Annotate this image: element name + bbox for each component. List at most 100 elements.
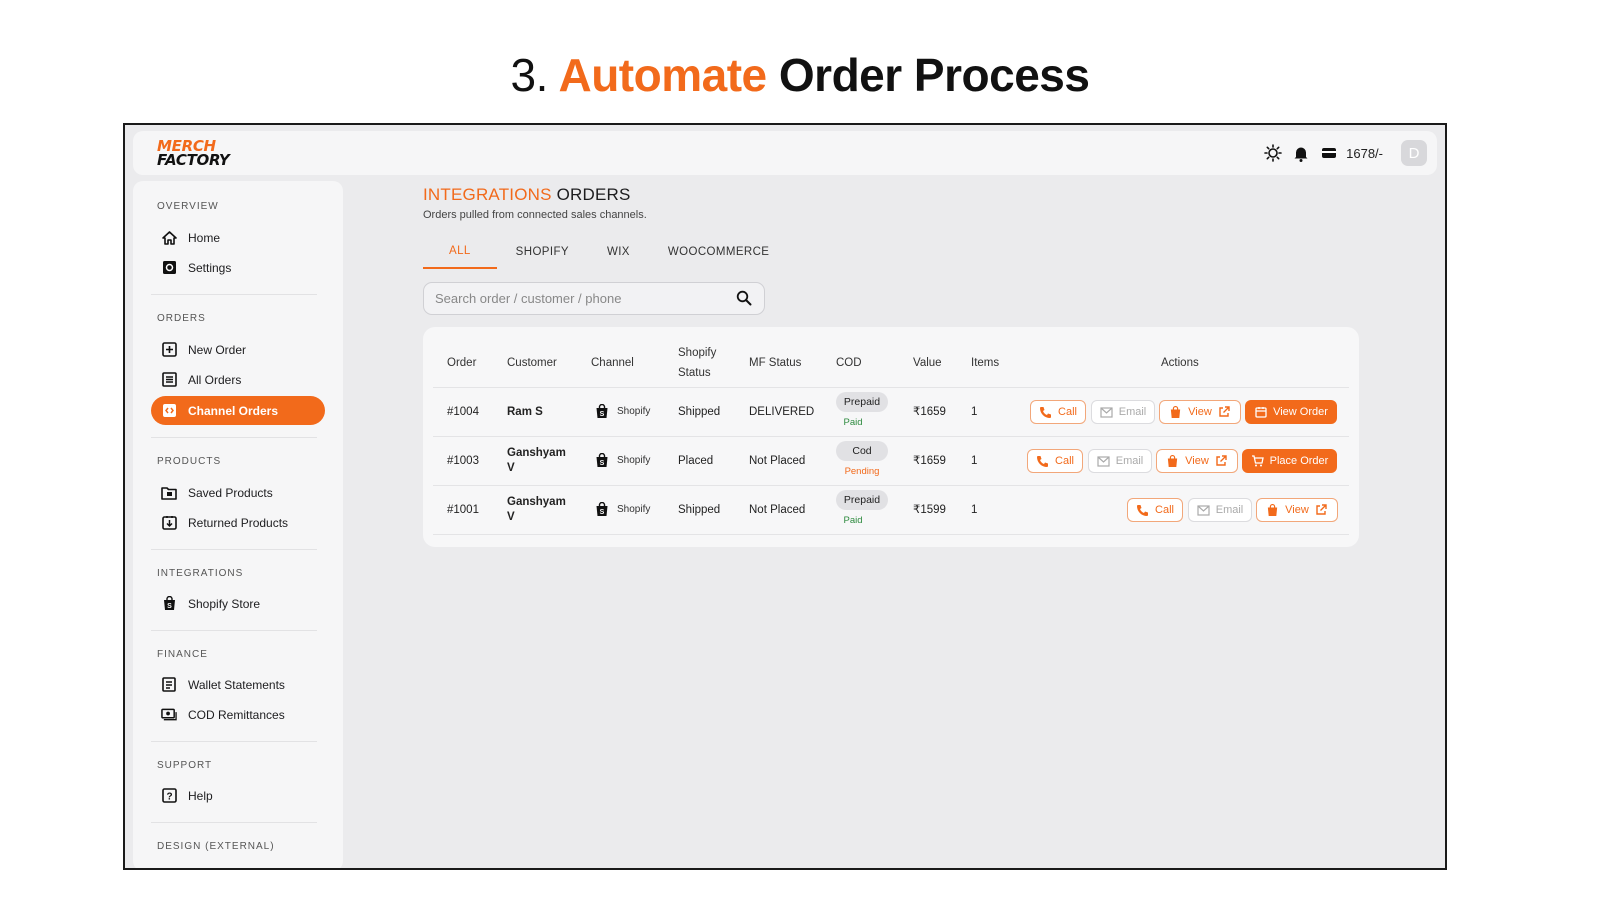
wallet-icon[interactable] (1320, 144, 1338, 162)
cell-shopify-status: Shipped (678, 504, 721, 516)
view-on-shopify-button[interactable]: View (1159, 400, 1241, 424)
email-button[interactable]: Email (1091, 400, 1155, 424)
sidebar-item-wallet-statements[interactable]: Wallet Statements (151, 670, 325, 699)
cell-order: #1004 (447, 406, 479, 418)
cell-items: 1 (971, 455, 978, 467)
tab-shopify[interactable]: SHOPIFY (497, 235, 588, 269)
page-title: INTEGRATIONS ORDERS (423, 185, 631, 205)
sidebar-section-support: SUPPORT (157, 760, 213, 771)
sidebar-section-integrations: INTEGRATIONS (157, 568, 244, 579)
external-link-icon (1218, 406, 1231, 419)
customer-line-2: V (507, 511, 515, 523)
view-label: View (1188, 406, 1212, 418)
cell-order: #1003 (447, 455, 479, 467)
tab-all[interactable]: ALL (423, 235, 497, 269)
tab-wix[interactable]: WIX (588, 235, 649, 269)
call-button[interactable]: Call (1030, 400, 1086, 424)
search-icon[interactable] (736, 290, 752, 306)
tab-woocommerce[interactable]: WOOCOMMERCE (649, 235, 789, 269)
cell-value: ₹1659 (913, 455, 946, 467)
sidebar-item-home[interactable]: Home (151, 223, 325, 252)
sidebar-item-new-order[interactable]: New Order (151, 335, 325, 364)
notification-bell-icon[interactable] (1292, 144, 1310, 162)
cell-mf-status: Not Placed (749, 455, 806, 467)
cell-value: ₹1599 (913, 504, 946, 516)
call-button[interactable]: Call (1127, 498, 1183, 522)
col-header-items: Items (971, 357, 1000, 369)
sidebar-section-orders: ORDERS (157, 313, 206, 324)
cell-value: ₹1659 (913, 406, 946, 418)
brand-logo[interactable]: MERCH FACTORY (157, 139, 230, 168)
cell-channel: S Shopify (595, 453, 650, 468)
sidebar-item-label: Returned Products (188, 515, 289, 530)
sidebar-item-returned-products[interactable]: Returned Products (151, 508, 325, 537)
primary-action-label: Place Order (1269, 455, 1329, 467)
place-order-button[interactable]: Place Order (1242, 449, 1337, 473)
sidebar-item-settings[interactable]: Settings (151, 253, 325, 282)
col-header-shopify-status: Shopify Status (678, 343, 716, 383)
sidebar-item-shopify-store[interactable]: S Shopify Store (151, 589, 325, 618)
sidebar-item-label: Home (188, 230, 221, 245)
sidebar-item-saved-products[interactable]: Saved Products (151, 478, 325, 507)
headline-accent: Automate (558, 49, 767, 101)
mail-icon (1097, 455, 1110, 468)
sidebar-divider (151, 549, 317, 550)
row-divider (433, 436, 1349, 437)
sidebar-item-cod-remittances[interactable]: COD Remittances (151, 700, 325, 729)
phone-icon (1039, 406, 1052, 419)
sidebar-item-all-orders[interactable]: All Orders (151, 365, 325, 394)
theme-toggle-icon[interactable] (1264, 144, 1282, 162)
user-avatar[interactable]: D (1401, 140, 1427, 166)
sidebar-item-label: COD Remittances (188, 707, 285, 722)
search-box (423, 282, 765, 315)
view-label: View (1285, 504, 1309, 516)
view-on-shopify-button[interactable]: View (1256, 498, 1338, 522)
cod-badge: Prepaid (836, 392, 888, 412)
search-input[interactable] (435, 289, 725, 308)
shopify-bag-icon: S (596, 502, 608, 516)
sidebar-item-channel-orders[interactable]: Channel Orders (151, 396, 325, 425)
headline-rest: Order Process (778, 49, 1090, 101)
cell-shopify-status: Placed (678, 455, 714, 467)
channel-icon (161, 403, 177, 419)
cell-customer: Ram S (507, 406, 543, 418)
sidebar-divider (151, 294, 317, 295)
shopify-bag-icon (1266, 503, 1279, 517)
headline-number: 3. (510, 49, 549, 101)
home-icon (161, 230, 177, 246)
external-link-icon (1315, 504, 1328, 517)
col-header-order: Order (447, 357, 477, 369)
sidebar-section-design-external: DESIGN (EXTERNAL) (157, 841, 275, 852)
call-label: Call (1155, 504, 1174, 516)
folder-icon (161, 485, 177, 501)
col-header-shopify-status-l1: Shopify (678, 347, 717, 359)
channel-label: Shopify (617, 406, 651, 417)
email-button[interactable]: Email (1088, 449, 1152, 473)
sidebar-item-label: New Order (188, 342, 247, 357)
customer-line-1: Ganshyam (507, 496, 566, 508)
orders-table: Order Customer Channel Shopify Status MF… (423, 327, 1359, 547)
col-header-value: Value (913, 357, 942, 369)
svg-text:S: S (167, 603, 172, 610)
channel-tabs: ALL SHOPIFY WIX WOOCOMMERCE (423, 235, 788, 269)
sidebar-item-help[interactable]: ? Help (151, 781, 325, 810)
col-header-mf-status: MF Status (749, 357, 802, 369)
call-button[interactable]: Call (1027, 449, 1083, 473)
app-window: MERCH FACTORY 1678/- D OVERVIEW Home Set… (123, 123, 1447, 870)
payment-status: Paid (843, 417, 863, 428)
view-on-shopify-button[interactable]: View (1156, 449, 1238, 473)
email-button[interactable]: Email (1188, 498, 1252, 522)
wallet-balance: 1678/- (1346, 145, 1383, 161)
sidebar-item-label: Saved Products (188, 485, 273, 500)
top-bar: MERCH FACTORY 1678/- D (133, 131, 1437, 175)
sidebar-item-label: All Orders (188, 372, 242, 387)
col-header-shopify-status-l2: Status (678, 367, 711, 379)
help-icon: ? (161, 788, 177, 804)
email-label: Email (1115, 455, 1144, 467)
channel-label: Shopify (617, 455, 651, 466)
sidebar-divider (151, 822, 317, 823)
shopify-bag-icon (1166, 454, 1179, 468)
sidebar-divider (151, 437, 317, 438)
customer-line-1: Ganshyam (507, 447, 566, 459)
view-order-button[interactable]: View Order (1245, 400, 1337, 424)
